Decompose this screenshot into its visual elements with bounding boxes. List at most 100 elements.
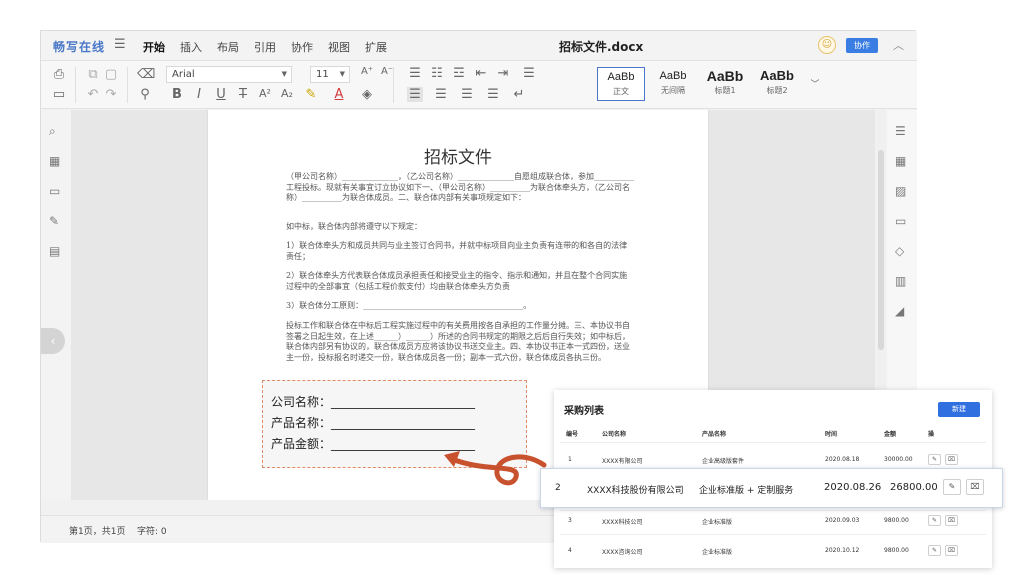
style-heading-2[interactable]: AaBb 标题2 (753, 67, 801, 101)
copy-icon[interactable]: ⧉ (85, 67, 101, 82)
table-icon[interactable]: ▦ (49, 154, 60, 168)
row-id: 3 (568, 517, 572, 524)
comment-icon[interactable]: ▭ (49, 184, 60, 198)
italic-icon[interactable]: I (191, 87, 207, 102)
header-footer-icon[interactable]: ▭ (895, 214, 906, 228)
save-icon[interactable]: ▭ (51, 87, 67, 102)
search-icon[interactable]: ⌕ (49, 124, 56, 139)
row-amount: 26800.00 (890, 482, 938, 493)
avatar[interactable]: ☺ (818, 36, 836, 54)
bold-icon[interactable]: B (169, 87, 185, 102)
image-icon[interactable]: ▨ (895, 184, 906, 198)
increase-font-icon[interactable]: A⁺ (359, 66, 375, 77)
shape-icon[interactable]: ◇ (895, 244, 904, 258)
clear-format-icon[interactable]: ⌫ (137, 67, 155, 82)
paragraph-mark-icon[interactable]: ↵ (511, 87, 527, 102)
edit-icon[interactable]: ✎ (49, 214, 59, 228)
row-company: XXXX有限公司 (602, 458, 643, 465)
menu-icon[interactable]: ☰ (114, 37, 126, 52)
document-title: 招标文件.docx (559, 40, 644, 54)
decrease-indent-icon[interactable]: ⇤ (473, 66, 489, 81)
toolbar-divider (127, 67, 128, 103)
document-paragraph: 2）联合体牵头方代表联合体成员承担责任和接受业主的指令、指示和通知，并且在整个合… (286, 271, 628, 291)
menu-item-insert[interactable]: 插入 (180, 39, 202, 55)
style-name: 标题2 (766, 86, 788, 95)
row-company: XXXX科技公司 (602, 519, 643, 526)
increase-indent-icon[interactable]: ⇥ (495, 66, 511, 81)
align-right-icon[interactable]: ☰ (459, 87, 475, 102)
menu-item-view[interactable]: 视图 (328, 39, 350, 55)
strikethrough-icon[interactable]: T (235, 87, 251, 102)
highlight-icon[interactable]: ✎ (303, 87, 319, 102)
style-heading-1[interactable]: AaBb 标题1 (701, 67, 749, 101)
chevron-up-icon[interactable]: ︿ (893, 37, 904, 53)
undo-icon[interactable]: ↶ (85, 87, 101, 102)
row-product: 企业标准版 (702, 549, 733, 556)
delete-icon[interactable]: ⌧ (966, 479, 984, 495)
highlighted-table-row[interactable]: 2 XXXX科技股份有限公司 企业标准版 + 定制服务 2020.08.26 2… (540, 468, 1003, 508)
row-id: 4 (568, 547, 572, 554)
font-family-select[interactable]: Arial ▼ (166, 66, 292, 83)
column-header: 时间 (825, 431, 838, 438)
align-center-icon[interactable]: ☰ (433, 87, 449, 102)
redo-icon[interactable]: ↷ (103, 87, 119, 102)
paragraph-settings-icon[interactable]: ☰ (895, 124, 906, 138)
menu-item-extensions[interactable]: 扩展 (365, 39, 387, 55)
document-paragraph: 1）联合体牵头方和成员共同与业主签订合同书，并就中标项目向业主负责有连带的和各自… (286, 241, 628, 261)
collaborate-button[interactable]: 协作 (846, 38, 878, 53)
menu-item-home[interactable]: 开始 (143, 39, 165, 55)
print-icon[interactable]: ⎙ (51, 67, 67, 82)
underline-icon[interactable]: U (213, 87, 229, 102)
justify-icon[interactable]: ☰ (485, 87, 501, 102)
paste-icon[interactable]: ▢ (103, 67, 119, 82)
subscript-icon[interactable]: A₂ (279, 87, 295, 100)
edit-icon[interactable]: ✎ (928, 545, 941, 556)
multilevel-list-icon[interactable]: ☲ (451, 66, 467, 81)
delete-icon[interactable]: ⌧ (945, 545, 958, 556)
row-divider (560, 534, 986, 535)
style-sample: AaBb (706, 68, 744, 84)
menu-item-collaborate[interactable]: 协作 (291, 39, 313, 55)
edit-icon[interactable]: ✎ (928, 454, 941, 465)
numbered-list-icon[interactable]: ☷ (429, 66, 445, 81)
text-art-icon[interactable]: ◢ (895, 304, 904, 318)
delete-icon[interactable]: ⌧ (945, 454, 958, 465)
menu-item-references[interactable]: 引用 (254, 39, 276, 55)
chart-icon[interactable]: ▥ (895, 274, 906, 288)
table-settings-icon[interactable]: ▦ (895, 154, 906, 168)
row-date: 2020.09.03 (825, 517, 860, 524)
line-spacing-icon[interactable]: ☰ (521, 66, 537, 81)
bullet-list-icon[interactable]: ☰ (407, 66, 423, 81)
app-logo: 畅写在线 (53, 40, 106, 54)
left-sidebar: ⌕ ▦ ▭ ✎ ▤ (41, 110, 71, 500)
edit-icon[interactable]: ✎ (928, 515, 941, 526)
shading-icon[interactable]: ◈ (359, 87, 375, 102)
chevron-down-icon[interactable]: ﹀ (807, 77, 823, 90)
row-date: 2020.08.26 (824, 482, 882, 493)
menu-item-layout[interactable]: 布局 (217, 39, 239, 55)
style-normal[interactable]: AaBb 正文 (597, 67, 645, 101)
row-divider (560, 442, 986, 443)
edit-icon[interactable]: ✎ (943, 479, 961, 495)
row-product: 企业高级版套件 (702, 458, 745, 465)
font-color-icon[interactable]: A (331, 87, 347, 102)
superscript-icon[interactable]: A² (257, 87, 273, 100)
row-divider (560, 510, 986, 511)
row-product: 企业标准版 + 定制服务 (699, 486, 794, 496)
navigation-icon[interactable]: ▤ (49, 244, 60, 258)
row-amount: 9800.00 (884, 517, 909, 524)
document-paragraph: 投标工作和联合体在中标后工程实施过程中的有关费用按各自承担的工作量分摊。三、本协… (286, 321, 630, 362)
scrollbar-thumb[interactable] (878, 150, 884, 350)
style-no-spacing[interactable]: AaBb 无间隔 (649, 67, 697, 101)
row-date: 2020.10.12 (825, 547, 860, 554)
arrow-curve (449, 454, 547, 486)
align-left-icon[interactable]: ☰ (407, 87, 423, 102)
delete-icon[interactable]: ⌧ (945, 515, 958, 526)
format-painter-icon[interactable]: ⚲ (137, 87, 153, 102)
row-date: 2020.08.18 (825, 456, 860, 463)
new-button[interactable]: 新建 (938, 402, 980, 417)
style-name: 正文 (613, 87, 629, 96)
font-size-select[interactable]: 11 ▼ (310, 66, 350, 83)
row-company: XXXX科技股份有限公司 (587, 486, 684, 496)
font-size-value: 11 (316, 69, 329, 80)
